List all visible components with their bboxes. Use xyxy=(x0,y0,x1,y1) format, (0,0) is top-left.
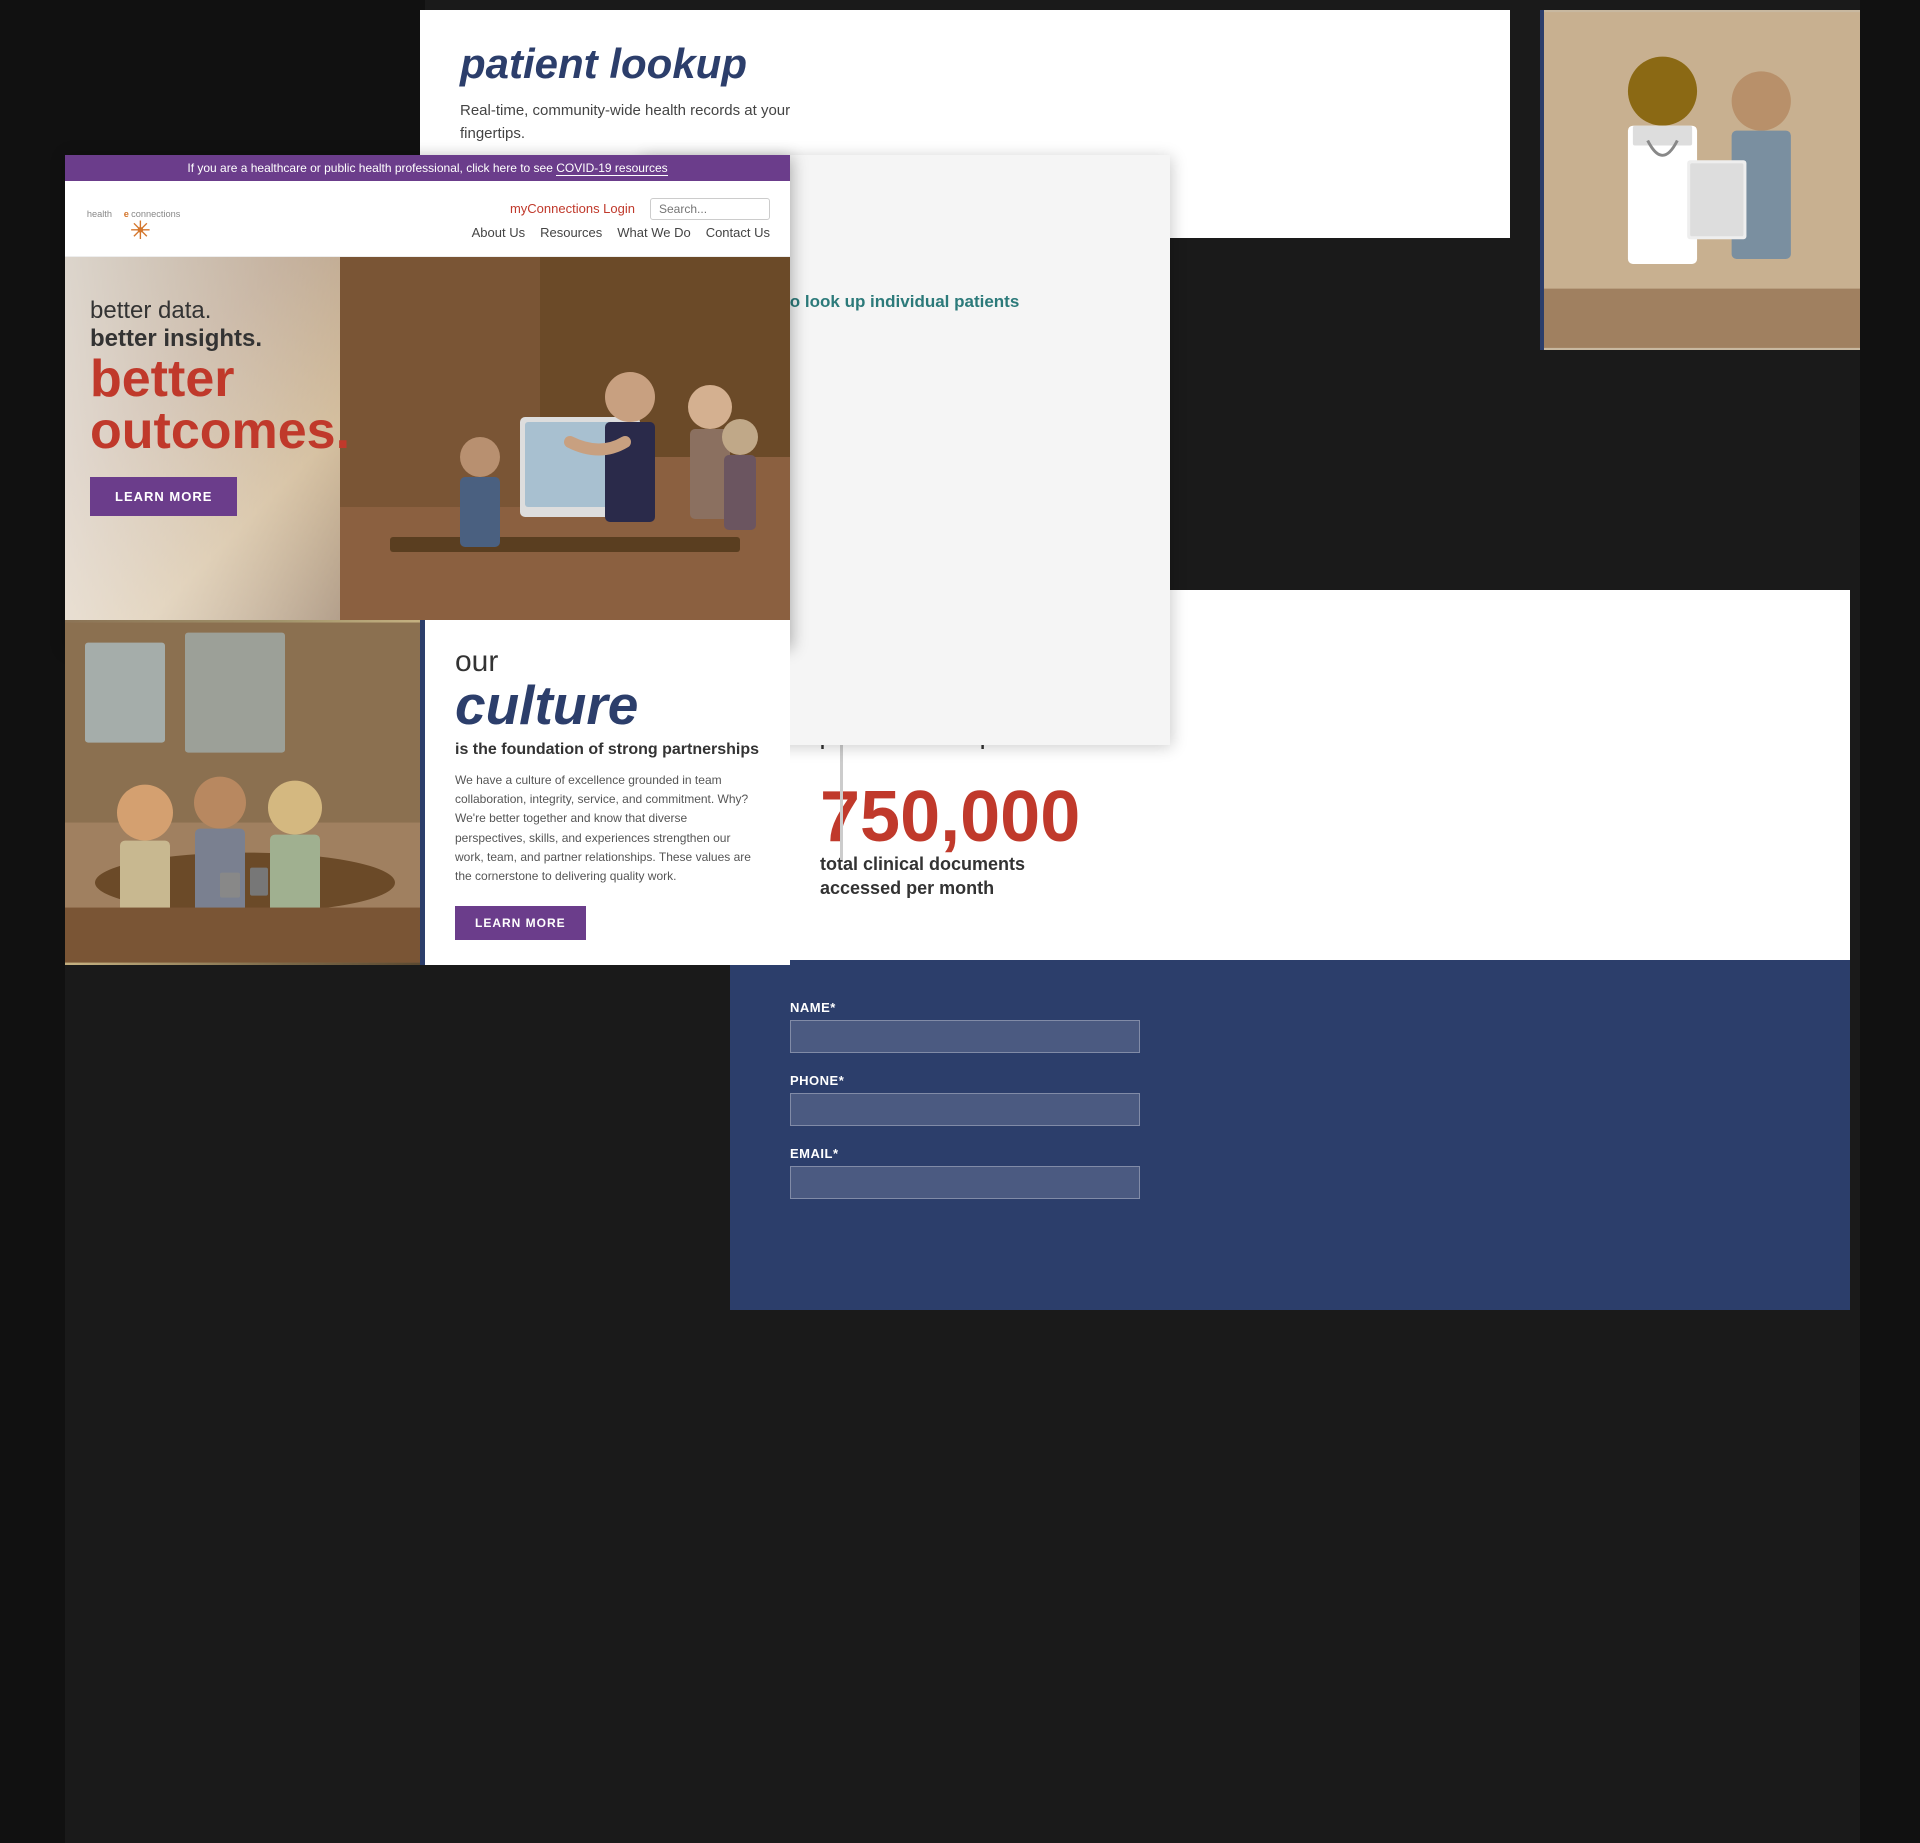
myconnections-link[interactable]: myConnections Login xyxy=(510,201,635,216)
culture-desc: We have a culture of excellence grounded… xyxy=(455,771,760,886)
name-label: NAME* xyxy=(790,1000,1790,1015)
svg-text:health: health xyxy=(87,209,112,219)
phone-form-group: PHONE* xyxy=(790,1073,1790,1126)
phone-label: PHONE* xyxy=(790,1073,1790,1088)
culture-section: our culture is the foundation of strong … xyxy=(65,620,790,965)
culture-learn-more-button[interactable]: LEARN MORE xyxy=(455,906,586,940)
covid-link[interactable]: COVID-19 resources xyxy=(556,161,667,176)
hero-learn-more-button[interactable]: LEARN MORE xyxy=(90,477,237,516)
email-label: EMAIL* xyxy=(790,1146,1790,1161)
covid-banner: If you are a healthcare or public health… xyxy=(65,155,790,181)
nav-about-us[interactable]: About Us xyxy=(472,225,525,240)
hero-line3: better xyxy=(90,353,350,405)
black-top-bar xyxy=(65,0,425,155)
nav-right: myConnections Login About Us Resources W… xyxy=(472,198,770,240)
logo-area: health e connections xyxy=(85,191,205,246)
nav-what-we-do[interactable]: What We Do xyxy=(617,225,690,240)
culture-subtitle: is the foundation of strong partnerships xyxy=(455,741,760,759)
hero-section: better data. better insights. better out… xyxy=(65,257,790,647)
culture-title2: culture xyxy=(455,678,760,733)
nav-top-row: myConnections Login xyxy=(510,198,770,220)
search-input[interactable] xyxy=(650,198,770,220)
name-form-group: NAME* xyxy=(790,1000,1790,1053)
logo: health e connections xyxy=(85,191,205,246)
hero-image xyxy=(340,257,790,647)
stat-desc-2: total clinical documents accessed per mo… xyxy=(820,853,1070,900)
culture-content: our culture is the foundation of strong … xyxy=(425,620,790,965)
main-container: patient lookup Real-time, community-wide… xyxy=(0,0,1920,1843)
stat-item-2: 750,000 total clinical documents accesse… xyxy=(820,781,1790,900)
covid-banner-text: If you are a healthcare or public health… xyxy=(187,161,556,175)
black-right-border xyxy=(1860,0,1920,1843)
hero-text: better data. better insights. better out… xyxy=(90,297,350,516)
doctor-image xyxy=(1540,10,1860,350)
navbar: health e connections xyxy=(65,181,790,257)
nav-links: About Us Resources What We Do Contact Us xyxy=(472,225,770,240)
patient-lookup-desc1: Real-time, community-wide health records… xyxy=(460,100,840,145)
culture-image-border xyxy=(420,620,425,965)
email-input[interactable] xyxy=(790,1166,1140,1199)
nav-contact-us[interactable]: Contact Us xyxy=(706,225,770,240)
hero-line4: outcomes. xyxy=(90,405,350,457)
svg-text:e: e xyxy=(124,209,129,219)
culture-image xyxy=(65,620,425,965)
svg-text:connections: connections xyxy=(131,209,181,219)
hero-line2: better insights. xyxy=(90,325,350,353)
stat-number-2: 750,000 xyxy=(820,781,1790,853)
website-card: If you are a healthcare or public health… xyxy=(65,155,790,647)
black-left-border xyxy=(0,0,65,1843)
hero-line1: better data. xyxy=(90,297,350,325)
patient-lookup-title: patient lookup xyxy=(460,40,1470,88)
nav-resources[interactable]: Resources xyxy=(540,225,602,240)
phone-input[interactable] xyxy=(790,1093,1140,1126)
name-input[interactable] xyxy=(790,1020,1140,1053)
contact-section: NAME* PHONE* EMAIL* xyxy=(730,960,1850,1310)
email-form-group: EMAIL* xyxy=(790,1146,1790,1199)
